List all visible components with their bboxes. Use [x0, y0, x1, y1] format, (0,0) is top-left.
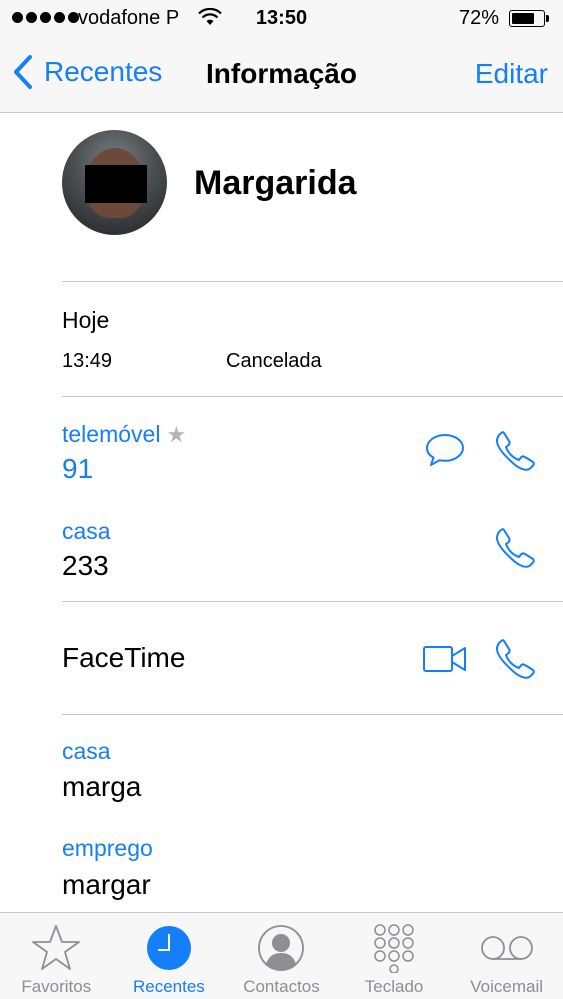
- tab-recents[interactable]: Recentes: [113, 913, 226, 999]
- call-status: Cancelada: [226, 350, 322, 372]
- video-camera-icon[interactable]: [422, 644, 468, 674]
- edit-button[interactable]: Editar: [475, 58, 548, 90]
- contact-name: Margarida: [194, 164, 357, 202]
- divider: [62, 714, 563, 715]
- tab-bar: Favoritos Recentes Contactos Teclado Voi…: [0, 912, 563, 999]
- favorite-star-icon: ★: [166, 422, 187, 447]
- tab-favorites[interactable]: Favoritos: [0, 913, 113, 999]
- tab-label: Teclado: [364, 977, 424, 996]
- phone-call-icon[interactable]: [494, 527, 536, 569]
- facetime-audio-icon[interactable]: [494, 638, 536, 680]
- keypad-icon: [374, 924, 414, 973]
- divider: [62, 396, 563, 397]
- battery-percentage: 72%: [459, 7, 500, 29]
- message-icon[interactable]: [425, 432, 465, 468]
- tab-keypad[interactable]: Teclado: [338, 913, 451, 999]
- avatar: [62, 130, 167, 235]
- phone-label-mobile: telemóvel ★: [62, 421, 186, 448]
- top-bar: vodafone P 13:50 72% Recentes Informação…: [0, 0, 563, 113]
- email-label-work: emprego: [62, 835, 153, 861]
- call-time: 13:49: [62, 350, 113, 372]
- email-value-home[interactable]: marga: [62, 771, 141, 803]
- phone-number-mobile[interactable]: 91: [62, 453, 93, 485]
- phone-call-icon[interactable]: [494, 430, 536, 472]
- tab-label: Recentes: [132, 977, 205, 996]
- voicemail-icon: [480, 936, 533, 960]
- navigation-bar: Recentes Informação Editar: [0, 44, 563, 104]
- contact-icon: [258, 925, 305, 971]
- tab-label: Voicemail: [470, 977, 544, 996]
- contact-detail: Margarida Hoje 13:49 Cancelada telemóvel…: [0, 114, 563, 912]
- tab-contacts[interactable]: Contactos: [225, 913, 338, 999]
- facetime-label: FaceTime: [62, 642, 186, 673]
- status-bar: vodafone P 13:50 72%: [0, 0, 563, 36]
- phone-label-text: telemóvel: [62, 421, 161, 447]
- divider: [62, 601, 563, 602]
- divider: [62, 281, 563, 282]
- star-icon: [32, 925, 81, 970]
- clock-icon: [146, 926, 191, 970]
- call-day: Hoje: [62, 307, 110, 333]
- battery-icon: [509, 10, 549, 27]
- phone-label-home: casa: [62, 518, 111, 544]
- tab-voicemail[interactable]: Voicemail: [450, 913, 563, 999]
- email-label-home: casa: [62, 738, 111, 764]
- tab-label: Favoritos: [21, 977, 92, 996]
- email-value-work[interactable]: margar: [62, 869, 151, 901]
- tab-label: Contactos: [243, 977, 320, 996]
- phone-number-home[interactable]: 233: [62, 550, 109, 582]
